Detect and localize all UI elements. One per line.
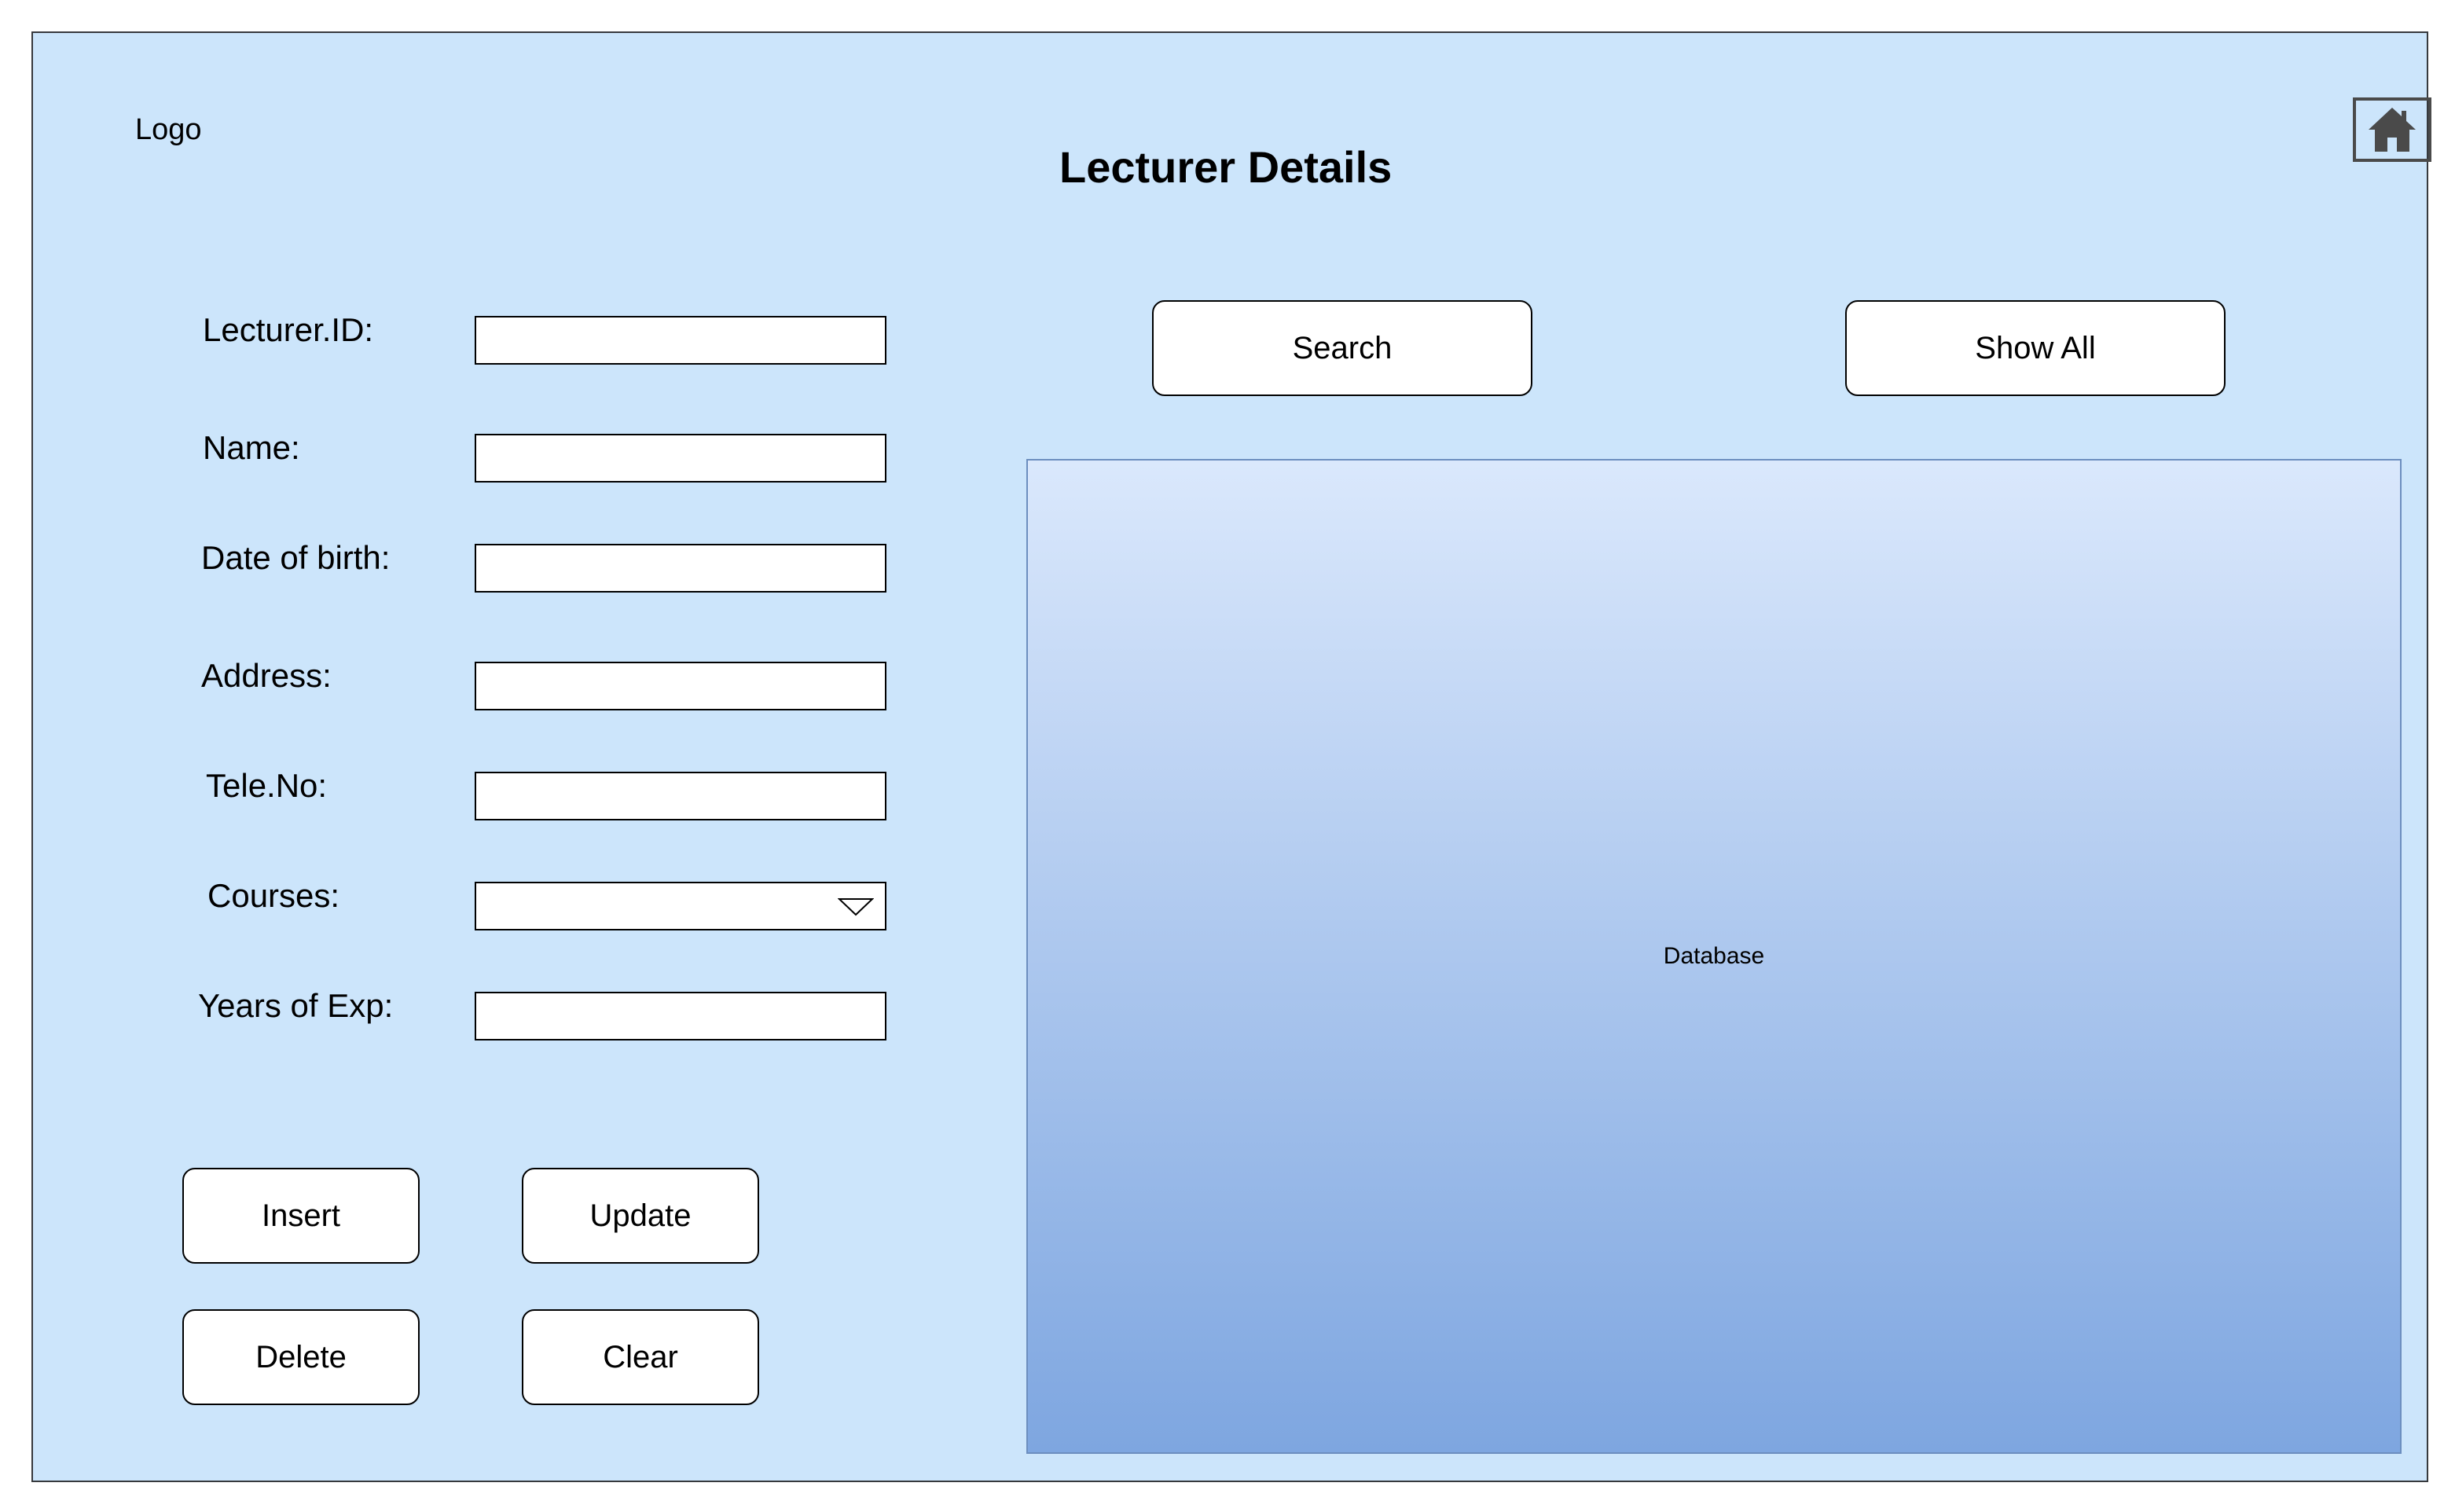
- insert-button[interactable]: Insert: [182, 1168, 420, 1264]
- date-of-birth-label: Date of birth:: [201, 539, 391, 576]
- search-button[interactable]: Search: [1152, 300, 1532, 396]
- logo: Logo: [135, 113, 202, 146]
- tele-no-label: Tele.No:: [206, 767, 328, 804]
- tele-no-input[interactable]: [475, 772, 886, 820]
- database-label: Database: [1663, 943, 1765, 969]
- update-button[interactable]: Update: [522, 1168, 759, 1264]
- lecturer-details-window: Logo Lecturer Details Lecturer.ID: Name:…: [31, 31, 2431, 1482]
- name-label: Name:: [203, 429, 300, 466]
- name-input[interactable]: [475, 434, 886, 483]
- clear-button[interactable]: Clear: [522, 1309, 759, 1405]
- show-all-button[interactable]: Show All: [1845, 300, 2226, 396]
- lecturer-id-input[interactable]: [475, 316, 886, 365]
- home-button[interactable]: [2353, 97, 2431, 162]
- years-of-exp-label: Years of Exp:: [198, 987, 394, 1024]
- home-icon: [2369, 108, 2416, 152]
- courses-label: Courses:: [207, 877, 340, 914]
- delete-button[interactable]: Delete: [182, 1309, 420, 1405]
- date-of-birth-input[interactable]: [475, 544, 886, 593]
- lecturer-id-label: Lecturer.ID:: [203, 311, 374, 348]
- address-input[interactable]: [475, 662, 886, 710]
- page-title: Lecturer Details: [1059, 142, 1393, 192]
- courses-select[interactable]: [475, 882, 886, 930]
- years-of-exp-input[interactable]: [475, 992, 886, 1040]
- address-label: Address:: [201, 657, 332, 694]
- database-table[interactable]: Database: [1026, 459, 2402, 1454]
- chevron-down-icon: [838, 898, 874, 916]
